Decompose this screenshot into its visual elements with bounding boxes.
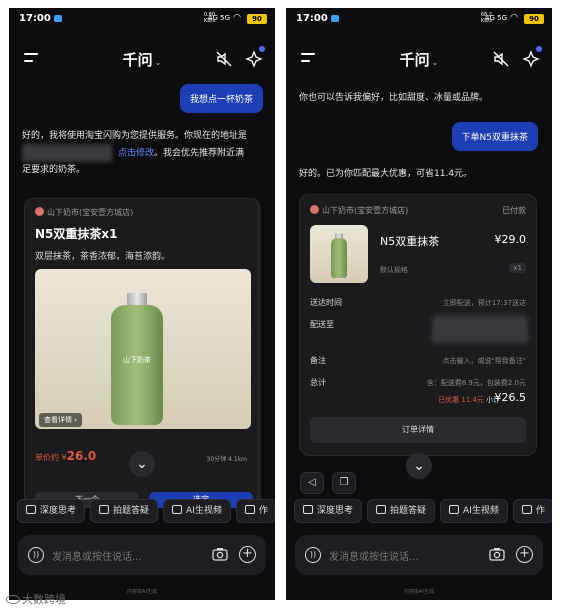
wifi-icon: ◠ bbox=[510, 13, 518, 23]
ai-message: 你也可以告诉我偏好，比如甜度、冰量或品牌。 bbox=[299, 93, 489, 103]
top-bar: 千问 ⌄ bbox=[286, 46, 552, 70]
scroll-down-button[interactable]: ⌄ bbox=[129, 451, 155, 477]
message-input[interactable]: 发消息或按住说话... bbox=[329, 548, 419, 563]
shop-name: 山下奶市(宝安壹方城店) bbox=[310, 205, 408, 216]
video-icon bbox=[172, 505, 183, 514]
shop-logo-icon bbox=[35, 207, 44, 216]
unit-price: 单价约 ¥26.0 bbox=[35, 449, 97, 463]
bottle-shape bbox=[111, 305, 163, 425]
battery-icon: 90 bbox=[247, 14, 267, 24]
copy-icon[interactable]: ❐ bbox=[332, 472, 356, 494]
fees-breakdown: 含：配送费6.9元，包装费2.0元 bbox=[426, 379, 526, 387]
notification-dot bbox=[536, 46, 542, 52]
wifi-icon: ◠ bbox=[233, 13, 241, 23]
video-icon bbox=[449, 505, 460, 514]
edit-address-link[interactable]: 点击修改 bbox=[118, 149, 154, 159]
delivery-eta: 30分钟 4.1km bbox=[206, 456, 247, 463]
quick-action-chips: 深度思考 拍题答疑 AI生视频作 bbox=[17, 498, 275, 524]
status-bar: 17:00 0.80 KB/s 4G 5G ◠ 90 bbox=[9, 8, 275, 28]
atom-icon bbox=[303, 505, 313, 514]
total-label: 总计 bbox=[310, 378, 326, 387]
product-quantity: x1 bbox=[509, 263, 526, 273]
voice-icon[interactable]: )) bbox=[305, 547, 321, 563]
camera-icon[interactable] bbox=[489, 547, 505, 561]
quick-action-chips: 深度思考 拍题答疑 AI生视频作 bbox=[294, 498, 552, 524]
signal-icon: 4G 5G bbox=[208, 14, 230, 22]
chip-deep-think[interactable]: 深度思考 bbox=[17, 499, 86, 523]
delivery-time-value: 立即配送，预计17:37送达 bbox=[442, 299, 526, 307]
status-bar: 17:00 68.2 KB/s 4G 5G ◠ 90 bbox=[286, 8, 552, 28]
ai-reply: 好的。已为你匹配最大优惠，可省11.4元。 bbox=[299, 169, 473, 179]
note-input[interactable]: 点击输入，或说"帮我备注" bbox=[443, 356, 526, 366]
camera-icon bbox=[99, 505, 110, 514]
mute-speaker-icon[interactable] bbox=[215, 50, 233, 68]
discount-amount: 已优惠 11.4元 bbox=[438, 396, 484, 404]
left-phone-screen: 17:00 0.80 KB/s 4G 5G ◠ 90 千问 ⌄ 我想点一杯奶茶 好的… bbox=[9, 8, 275, 600]
chip-more[interactable]: 作 bbox=[235, 499, 275, 523]
product-title: N5双重抹茶 bbox=[380, 235, 440, 248]
note-label: 备注 bbox=[310, 356, 326, 365]
user-message-bubble: 下单N5双重抹茶 bbox=[451, 122, 538, 151]
plus-icon[interactable]: + bbox=[516, 546, 533, 563]
user-message-bubble: 我想点一杯奶茶 bbox=[179, 84, 263, 113]
product-title: N5双重抹茶x1 bbox=[35, 227, 118, 241]
product-spec: 默认规格 bbox=[380, 266, 408, 274]
deliver-to-label: 配送至 bbox=[310, 320, 334, 329]
payment-status: 已付款 bbox=[502, 206, 526, 215]
message-input-bar[interactable]: )) 发消息或按住说话... + bbox=[295, 535, 543, 575]
notification-icon bbox=[54, 15, 62, 22]
chip-photo-qa[interactable]: 拍题答疑 bbox=[90, 499, 159, 523]
shop-logo-icon bbox=[310, 205, 319, 214]
atom-icon bbox=[26, 505, 36, 514]
product-thumbnail[interactable] bbox=[310, 225, 368, 283]
watermark: 大数跨境 bbox=[6, 591, 66, 607]
product-description: 双层抹茶，茶香浓郁，海苔添韵。 bbox=[35, 252, 171, 262]
image-icon bbox=[244, 505, 255, 514]
chip-photo-qa[interactable]: 拍题答疑 bbox=[367, 499, 436, 523]
status-time: 17:00 bbox=[19, 13, 51, 24]
shop-name: 山下奶市(宝安壹方城店) bbox=[35, 207, 133, 218]
chevron-down-icon: ⌄ bbox=[154, 58, 162, 67]
order-card[interactable]: 山下奶市(宝安壹方城店) 已付款 N5双重抹茶 ¥29.0 默认规格 x1 送达… bbox=[299, 194, 537, 456]
notification-dot bbox=[259, 46, 265, 52]
plus-icon[interactable]: + bbox=[239, 546, 256, 563]
chip-more[interactable]: 作 bbox=[512, 499, 552, 523]
mute-speaker-icon[interactable] bbox=[492, 50, 510, 68]
battery-icon: 90 bbox=[524, 14, 544, 24]
watermark-logo-icon bbox=[6, 595, 20, 604]
ai-disclaimer: 内容由AI生成 bbox=[404, 589, 434, 595]
chip-ai-video[interactable]: AI生视频 bbox=[440, 499, 508, 523]
notification-icon bbox=[331, 15, 339, 22]
bottle-label: 山下奶茶 bbox=[123, 356, 151, 364]
redacted-address bbox=[432, 315, 528, 343]
voice-icon[interactable]: )) bbox=[28, 547, 44, 563]
image-icon bbox=[521, 505, 532, 514]
message-input[interactable]: 发消息或按住说话... bbox=[52, 548, 142, 563]
redacted-address bbox=[22, 144, 112, 162]
top-bar: 千问 ⌄ bbox=[9, 46, 275, 70]
new-chat-icon[interactable] bbox=[245, 50, 263, 68]
product-image[interactable]: 山下奶茶 查看详情 › bbox=[35, 269, 251, 429]
camera-icon[interactable] bbox=[212, 547, 228, 561]
message-input-bar[interactable]: )) 发消息或按住说话... + bbox=[18, 535, 266, 575]
speaker-icon[interactable]: ◁ bbox=[300, 472, 324, 494]
ai-message: 好的，我将使用淘宝闪购为您提供服务。你现在的地址是 点击修改。我会优先推荐附近满… bbox=[22, 131, 248, 175]
camera-icon bbox=[376, 505, 387, 514]
product-price: ¥29.0 bbox=[494, 233, 527, 246]
view-details-button[interactable]: 查看详情 › bbox=[39, 413, 83, 427]
order-details-button[interactable]: 订单详情 bbox=[310, 417, 526, 443]
new-chat-icon[interactable] bbox=[522, 50, 540, 68]
chip-ai-video[interactable]: AI生视频 bbox=[163, 499, 231, 523]
delivery-time-label: 送达时间 bbox=[310, 298, 342, 307]
chip-deep-think[interactable]: 深度思考 bbox=[294, 499, 363, 523]
signal-icon: 4G 5G bbox=[485, 14, 507, 22]
chevron-down-icon: ⌄ bbox=[431, 58, 439, 67]
scroll-down-button[interactable]: ⌄ bbox=[406, 453, 432, 479]
app-title[interactable]: 千问 ⌄ bbox=[9, 49, 275, 70]
status-time: 17:00 bbox=[296, 13, 328, 24]
app-title[interactable]: 千问 ⌄ bbox=[286, 49, 552, 70]
right-phone-screen: 17:00 68.2 KB/s 4G 5G ◠ 90 千问 ⌄ 你也可以告诉我偏好，… bbox=[286, 8, 552, 600]
subtotal-amount: ¥26.5 bbox=[494, 391, 527, 404]
